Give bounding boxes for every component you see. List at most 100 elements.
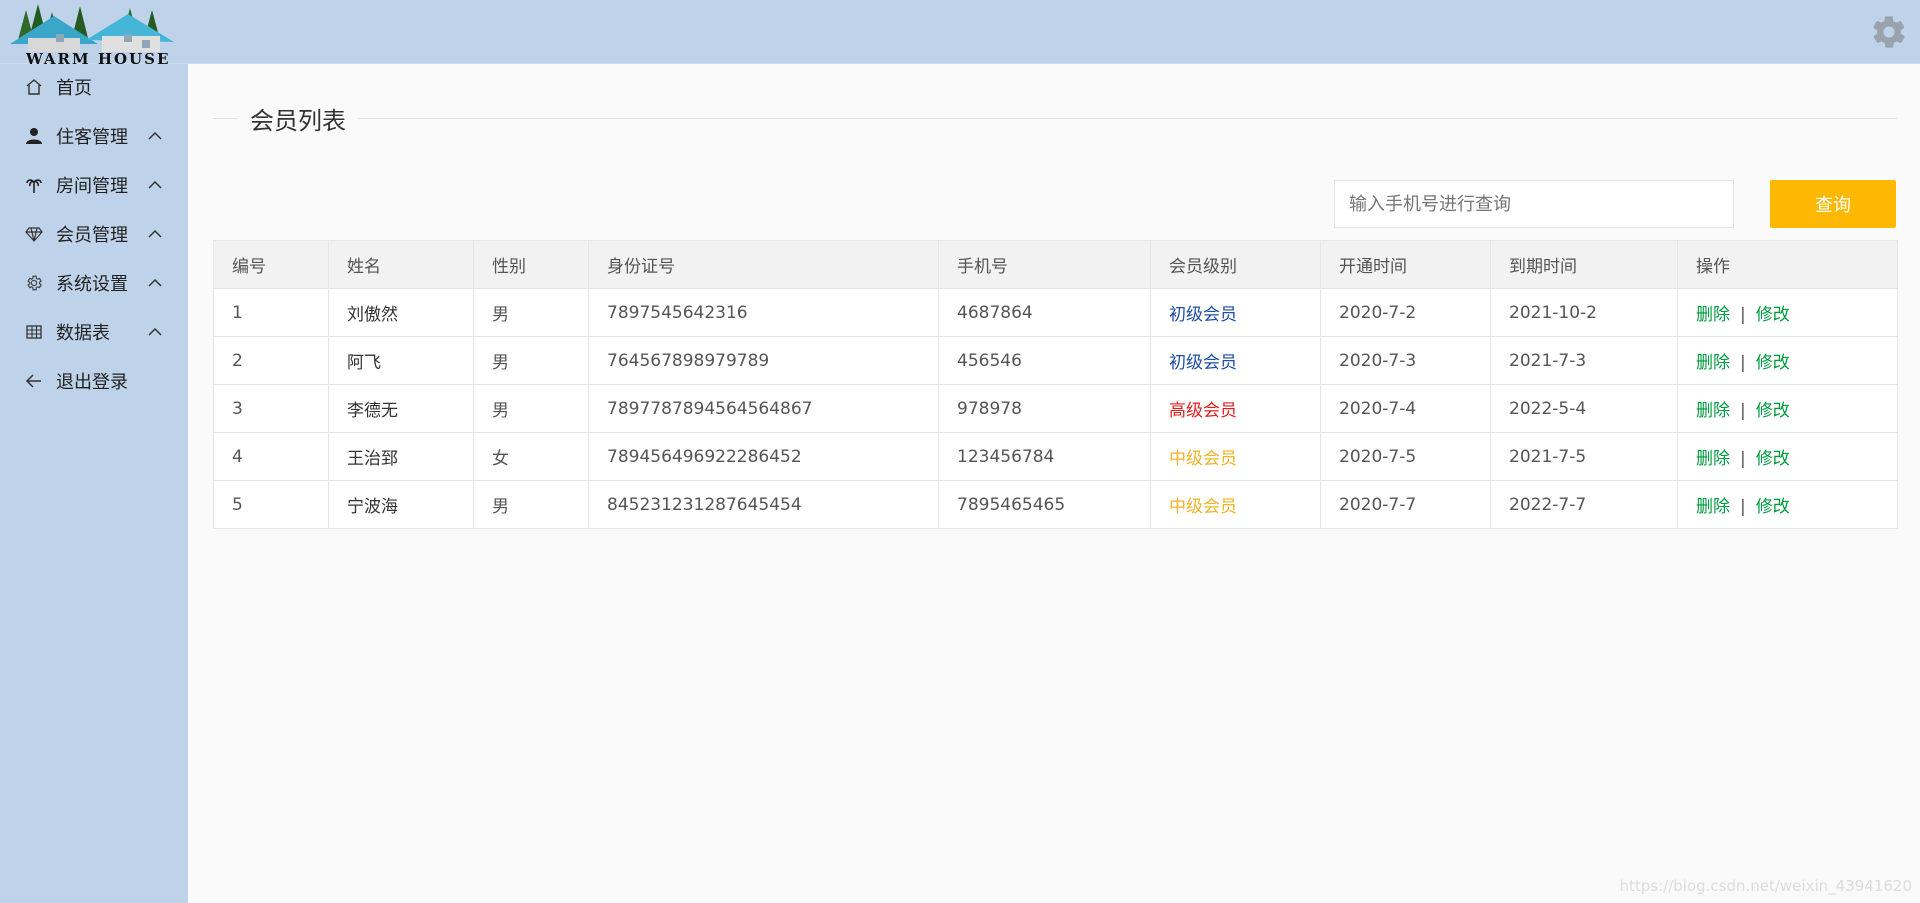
- cell-member-level: 中级会员: [1150, 432, 1321, 481]
- logo: WARM HOUSE: [4, 0, 188, 70]
- cell-end-date: 2022-5-4: [1490, 384, 1678, 433]
- sidebar-item-label: 系统设置: [56, 274, 128, 295]
- edit-link[interactable]: 修改: [1756, 497, 1790, 517]
- cell-name: 刘傲然: [328, 288, 474, 337]
- top-bar: [0, 0, 1920, 64]
- sidebar-item-members[interactable]: 会员管理: [0, 214, 188, 254]
- cell-actions: 删除 | 修改: [1677, 480, 1898, 529]
- diamond-icon: [24, 224, 44, 244]
- cell-phone: 456546: [938, 336, 1151, 385]
- cell-gender: 男: [473, 384, 589, 433]
- cell-end-date: 2022-7-7: [1490, 480, 1678, 529]
- column-header: 身份证号: [588, 240, 939, 289]
- edit-link[interactable]: 修改: [1756, 353, 1790, 373]
- delete-link[interactable]: 删除: [1696, 449, 1730, 469]
- sidebar-item-label: 首页: [56, 78, 92, 99]
- sidebar-item-rooms[interactable]: 房间管理: [0, 165, 188, 205]
- table-header-row: 编号 姓名 性别 身份证号 手机号 会员级别 开通时间 到期时间 操作: [213, 240, 1898, 289]
- column-header: 到期时间: [1490, 240, 1678, 289]
- cell-id-card: 789456496922286452: [588, 432, 939, 481]
- table-row: 1 刘傲然 男 7897545642316 4687864 初级会员 2020-…: [213, 288, 1898, 337]
- cell-gender: 女: [473, 432, 589, 481]
- table-row: 3 李德无 男 7897787894564564867 978978 高级会员 …: [213, 384, 1898, 433]
- delete-link[interactable]: 删除: [1696, 305, 1730, 325]
- delete-link[interactable]: 删除: [1696, 497, 1730, 517]
- chevron-up-icon: [148, 178, 162, 192]
- column-header: 编号: [213, 240, 329, 289]
- cell-name: 阿飞: [328, 336, 474, 385]
- page-title-block: 会员列表: [213, 101, 1897, 136]
- sidebar-item-label: 会员管理: [56, 225, 128, 246]
- sidebar-item-home[interactable]: 首页: [0, 67, 188, 107]
- cell-id-card: 7897787894564564867: [588, 384, 939, 433]
- cell-start-date: 2020-7-3: [1320, 336, 1491, 385]
- cell-phone: 4687864: [938, 288, 1151, 337]
- cell-member-level: 高级会员: [1150, 384, 1321, 433]
- sidebar-item-guests[interactable]: 住客管理: [0, 116, 188, 156]
- edit-link[interactable]: 修改: [1756, 305, 1790, 325]
- page-title: 会员列表: [238, 101, 358, 136]
- sidebar-item-label: 房间管理: [56, 176, 128, 197]
- cell-actions: 删除 | 修改: [1677, 384, 1898, 433]
- table-row: 4 王治郅 女 789456496922286452 123456784 中级会…: [213, 432, 1898, 481]
- cell-id: 2: [213, 336, 329, 385]
- column-header: 操作: [1677, 240, 1898, 289]
- chevron-up-icon: [148, 276, 162, 290]
- logo-houses-graphic: [10, 4, 174, 52]
- cell-gender: 男: [473, 480, 589, 529]
- column-header: 手机号: [938, 240, 1151, 289]
- watermark: https://blog.csdn.net/weixin_43941620: [1619, 877, 1912, 895]
- chevron-up-icon: [148, 325, 162, 339]
- cell-member-level: 初级会员: [1150, 288, 1321, 337]
- cell-start-date: 2020-7-7: [1320, 480, 1491, 529]
- edit-link[interactable]: 修改: [1756, 401, 1790, 421]
- gear-icon: [24, 273, 44, 293]
- action-separator: |: [1740, 401, 1746, 421]
- title-divider: [213, 118, 1897, 119]
- sidebar-item-label: 数据表: [56, 323, 110, 344]
- sidebar-item-label: 退出登录: [56, 372, 128, 393]
- sidebar-item-settings[interactable]: 系统设置: [0, 263, 188, 303]
- cell-end-date: 2021-10-2: [1490, 288, 1678, 337]
- cell-id: 1: [213, 288, 329, 337]
- cell-id-card: 764567898979789: [588, 336, 939, 385]
- cell-id-card: 845231231287645454: [588, 480, 939, 529]
- cell-start-date: 2020-7-2: [1320, 288, 1491, 337]
- delete-link[interactable]: 删除: [1696, 401, 1730, 421]
- delete-link[interactable]: 删除: [1696, 353, 1730, 373]
- column-header: 会员级别: [1150, 240, 1321, 289]
- chevron-up-icon: [148, 227, 162, 241]
- cell-id: 5: [213, 480, 329, 529]
- sidebar-item-data-table[interactable]: 数据表: [0, 312, 188, 352]
- search-button[interactable]: 查询: [1770, 180, 1896, 228]
- cell-name: 宁波海: [328, 480, 474, 529]
- table-row: 2 阿飞 男 764567898979789 456546 初级会员 2020-…: [213, 336, 1898, 385]
- cell-id: 3: [213, 384, 329, 433]
- cell-end-date: 2021-7-3: [1490, 336, 1678, 385]
- palm-tree-icon: [24, 175, 44, 195]
- cell-id-card: 7897545642316: [588, 288, 939, 337]
- sidebar-item-label: 住客管理: [56, 127, 128, 148]
- sidebar: 首页 住客管理 房间管理 会员管理 系统设置 数据表 退出登录: [0, 64, 188, 903]
- cell-start-date: 2020-7-5: [1320, 432, 1491, 481]
- column-header: 开通时间: [1320, 240, 1491, 289]
- cell-phone: 978978: [938, 384, 1151, 433]
- cell-name: 王治郅: [328, 432, 474, 481]
- gear-icon[interactable]: [1870, 13, 1908, 51]
- cell-member-level: 中级会员: [1150, 480, 1321, 529]
- action-separator: |: [1740, 353, 1746, 373]
- column-header: 性别: [473, 240, 589, 289]
- sidebar-item-logout[interactable]: 退出登录: [0, 361, 188, 401]
- cell-actions: 删除 | 修改: [1677, 288, 1898, 337]
- cell-gender: 男: [473, 336, 589, 385]
- cell-gender: 男: [473, 288, 589, 337]
- table-row: 5 宁波海 男 845231231287645454 7895465465 中级…: [213, 480, 1898, 529]
- table-icon: [24, 322, 44, 342]
- home-icon: [24, 77, 44, 97]
- phone-search-input[interactable]: [1334, 180, 1734, 228]
- cell-actions: 删除 | 修改: [1677, 432, 1898, 481]
- edit-link[interactable]: 修改: [1756, 449, 1790, 469]
- cell-phone: 7895465465: [938, 480, 1151, 529]
- action-separator: |: [1740, 449, 1746, 469]
- column-header: 姓名: [328, 240, 474, 289]
